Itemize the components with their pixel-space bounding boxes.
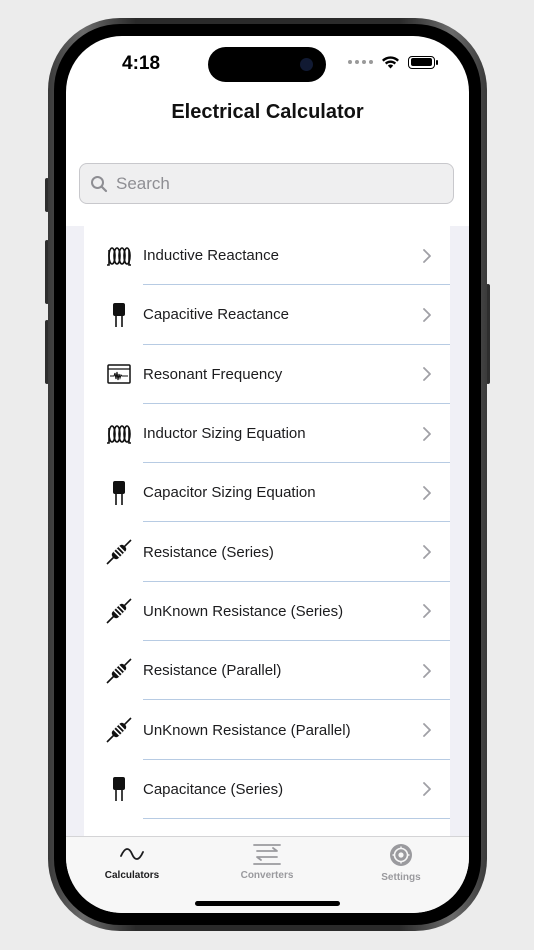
gear-icon bbox=[390, 844, 412, 866]
list-item-label: Inductor Sizing Equation bbox=[143, 425, 306, 443]
list-item-unknown-resistance-series[interactable]: UnKnown Resistance (Series) bbox=[84, 582, 450, 642]
chevron-right-icon bbox=[423, 248, 431, 263]
list-item-unknown-resistance-parallel[interactable]: UnKnown Resistance (Parallel) bbox=[84, 700, 450, 760]
list-item-label: Capacitive Reactance bbox=[143, 306, 289, 324]
list-item-label: Inductive Reactance bbox=[143, 247, 279, 265]
list-item-capacitance-series[interactable]: Capacitance (Series) bbox=[84, 760, 450, 819]
chevron-right-icon bbox=[423, 485, 431, 500]
list-item-resonant-frequency[interactable]: Resonant Frequency bbox=[84, 345, 450, 404]
wifi-icon bbox=[382, 56, 399, 69]
page-title: Electrical Calculator bbox=[171, 101, 364, 123]
camera-icon bbox=[300, 58, 313, 71]
inductor-coil-icon bbox=[106, 243, 132, 269]
capacitor-icon bbox=[106, 480, 132, 506]
tab-calculators[interactable]: Calculators bbox=[72, 843, 192, 881]
resistor-icon bbox=[106, 658, 132, 684]
tab-label: Calculators bbox=[104, 870, 160, 881]
signal-dots-icon bbox=[348, 60, 373, 64]
search-bar[interactable] bbox=[79, 163, 454, 204]
chevron-right-icon bbox=[423, 426, 431, 441]
list-item-capacitor-sizing-equation[interactable]: Capacitor Sizing Equation bbox=[84, 463, 450, 523]
search-input[interactable] bbox=[116, 173, 416, 194]
tab-converters[interactable]: Converters bbox=[207, 843, 327, 881]
tab-label: Settings bbox=[381, 872, 421, 883]
resistor-icon bbox=[106, 717, 132, 743]
chevron-right-icon bbox=[423, 782, 431, 797]
list-item-label: Resistance (Parallel) bbox=[143, 662, 282, 680]
oscilloscope-icon bbox=[106, 361, 132, 387]
list-item-inductive-reactance[interactable]: Inductive Reactance bbox=[84, 226, 450, 286]
resistor-icon bbox=[106, 598, 132, 624]
capacitor-icon bbox=[106, 302, 132, 328]
list-item-resistance-series[interactable]: Resistance (Series) bbox=[84, 522, 450, 582]
tab-label: Converters bbox=[240, 870, 294, 881]
chevron-right-icon bbox=[423, 663, 431, 678]
inductor-coil-icon bbox=[106, 421, 132, 447]
list-item-label: UnKnown Resistance (Series) bbox=[143, 602, 344, 620]
list-item-resistance-parallel[interactable]: Resistance (Parallel) bbox=[84, 641, 450, 701]
phone-screen: 4:18 Electrical Calculator Inductive Rea… bbox=[66, 36, 469, 913]
list-gutter-right bbox=[450, 226, 469, 836]
row-separator bbox=[143, 817, 450, 819]
list-item-label: Capacitance (Series) bbox=[143, 780, 284, 798]
list-item-inductor-sizing-equation[interactable]: Inductor Sizing Equation bbox=[84, 404, 450, 464]
list-item-capacitive-reactance[interactable]: Capacitive Reactance bbox=[84, 285, 450, 345]
list-item-label: Resonant Frequency bbox=[143, 365, 283, 383]
sine-wave-icon bbox=[120, 848, 144, 860]
chevron-right-icon bbox=[423, 604, 431, 619]
chevron-right-icon bbox=[423, 367, 431, 382]
status-time: 4:18 bbox=[122, 53, 161, 74]
battery-icon bbox=[408, 55, 438, 69]
list-gutter-left bbox=[66, 226, 84, 836]
list-item-label: UnKnown Resistance (Parallel) bbox=[143, 721, 351, 739]
status-indicators bbox=[348, 55, 438, 69]
home-indicator[interactable] bbox=[195, 901, 340, 906]
chevron-right-icon bbox=[423, 723, 431, 737]
list-item-label: Resistance (Series) bbox=[143, 543, 274, 561]
list-item-label: Capacitor Sizing Equation bbox=[143, 484, 316, 502]
swap-arrows-icon bbox=[253, 844, 281, 865]
chevron-right-icon bbox=[423, 308, 431, 322]
search-icon bbox=[91, 175, 108, 192]
capacitor-icon bbox=[106, 776, 132, 802]
calculator-list: Inductive Reactance Capacitive Reactance… bbox=[84, 226, 450, 836]
tab-settings[interactable]: Settings bbox=[341, 843, 461, 883]
dynamic-island bbox=[208, 47, 326, 82]
chevron-right-icon bbox=[423, 545, 431, 560]
resistor-icon bbox=[106, 539, 132, 565]
